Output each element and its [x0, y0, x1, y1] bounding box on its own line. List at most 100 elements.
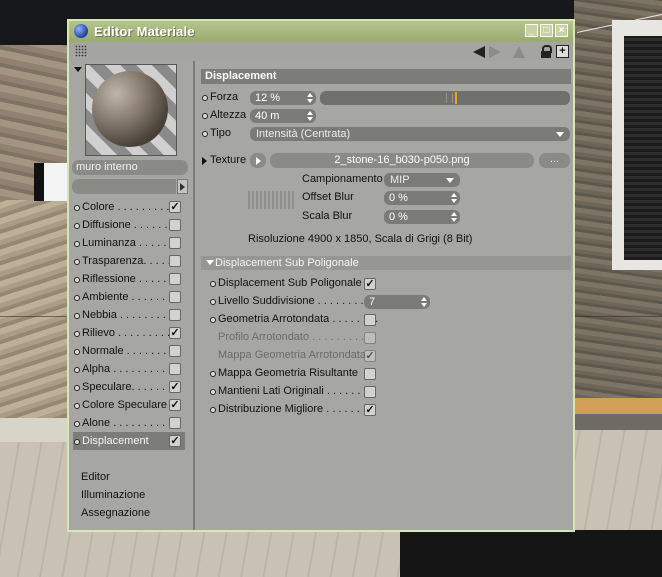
light-cube [34, 163, 68, 201]
channel-checkbox[interactable] [169, 417, 181, 429]
spinner-arrows-icon[interactable] [451, 193, 457, 203]
channel-item[interactable]: Speculare. . . . . . . . ✓ [73, 378, 185, 396]
tipo-anim-dot[interactable] [202, 131, 208, 137]
channel-item[interactable]: Riflessione . . . . . . [73, 270, 185, 288]
channel-checkbox[interactable]: ✓ [169, 381, 181, 393]
channel-item[interactable]: Nebbia . . . . . . . . . [73, 306, 185, 324]
channel-dot [74, 367, 80, 373]
channel-editor[interactable]: Editor [81, 468, 110, 486]
texture-label: Texture [210, 154, 247, 166]
forza-slider[interactable] [320, 91, 570, 105]
channel-dot [74, 205, 80, 211]
channel-item[interactable]: Luminanza . . . . . . [73, 234, 185, 252]
subpoly-option-checkbox[interactable]: ✓ [364, 278, 376, 290]
channel-label: Colore Speculare [82, 399, 167, 411]
channel-checkbox[interactable]: ✓ [169, 435, 181, 447]
channel-item[interactable]: Normale . . . . . . . . [73, 342, 185, 360]
subpoly-option-label: Displacement Sub Poligonale [218, 277, 362, 289]
material-name-field[interactable]: muro interno [72, 160, 188, 175]
texture-file-button[interactable]: 2_stone-16_b030-p050.png [270, 153, 534, 168]
subdivision-level-value: 7 [369, 296, 376, 308]
offset-blur-input[interactable]: 0 % [384, 191, 460, 205]
channel-item[interactable]: Colore . . . . . . . . . ✓ [73, 198, 185, 216]
forza-anim-dot[interactable] [202, 95, 208, 101]
lock-icon[interactable] [541, 45, 552, 58]
tipo-dropdown[interactable]: Intensità (Centrata) [250, 127, 570, 141]
channel-checkbox[interactable] [169, 291, 181, 303]
channel-illuminazione[interactable]: Illuminazione [81, 486, 145, 504]
channel-label: Nebbia . . . . . . . . . [82, 309, 172, 321]
spinner-arrows-icon[interactable] [307, 111, 313, 121]
subdivision-level-input[interactable]: 7 [364, 295, 430, 309]
channel-checkbox[interactable] [169, 237, 181, 249]
channel-dot [74, 439, 80, 445]
channel-panel: muro interno Colore . . . . . . . . . ✓ Di… [69, 61, 195, 530]
channel-dot [74, 421, 80, 427]
altezza-input[interactable]: 40 m [250, 109, 316, 123]
spinner-arrows-icon[interactable] [421, 297, 427, 307]
forza-input[interactable]: 12 % [250, 91, 316, 105]
option-anim-dot[interactable] [210, 299, 216, 305]
channel-label: Colore . . . . . . . . . [82, 201, 170, 213]
channel-checkbox[interactable] [169, 363, 181, 375]
preview-menu-icon[interactable] [74, 67, 82, 72]
toolbar: + [69, 42, 573, 61]
option-anim-dot[interactable] [210, 389, 216, 395]
channel-label: Alone . . . . . . . . . . [82, 417, 172, 429]
scala-blur-input[interactable]: 0 % [384, 210, 460, 224]
title-bar[interactable]: Editor Materiale _ □ × [69, 21, 573, 42]
subpoly-option-label: Distribuzione Migliore . . . . . . . . [218, 403, 373, 415]
texture-browse-button[interactable]: ... [539, 153, 570, 168]
channel-item[interactable]: Displacement ✓ [73, 432, 185, 450]
spinner-arrows-icon[interactable] [307, 93, 313, 103]
texture-thumbnail[interactable] [248, 191, 296, 209]
channel-assegnazione[interactable]: Assegnazione [81, 504, 150, 522]
option-anim-dot[interactable] [210, 371, 216, 377]
channel-item[interactable]: Rilievo . . . . . . . . . ✓ [73, 324, 185, 342]
material-sub-field[interactable] [72, 179, 176, 194]
channel-item[interactable]: Ambiente . . . . . . . [73, 288, 185, 306]
channel-item[interactable]: Trasparenza. . . . . . [73, 252, 185, 270]
channel-checkbox[interactable] [169, 273, 181, 285]
channel-checkbox[interactable] [169, 345, 181, 357]
subpoly-option-checkbox[interactable]: ✓ [364, 404, 376, 416]
channel-dot [74, 277, 80, 283]
channel-item[interactable]: Alpha . . . . . . . . . . [73, 360, 185, 378]
channel-checkbox[interactable] [169, 309, 181, 321]
subpoly-option-checkbox[interactable] [364, 368, 376, 380]
altezza-anim-dot[interactable] [202, 113, 208, 119]
channel-checkbox[interactable] [169, 255, 181, 267]
subpoly-section-header[interactable]: Displacement Sub Poligonale [201, 256, 571, 270]
maximize-button[interactable]: □ [540, 24, 553, 37]
new-window-icon[interactable]: + [556, 45, 569, 58]
close-button[interactable]: × [555, 24, 568, 37]
material-preview[interactable] [85, 64, 177, 156]
subpoly-option-checkbox[interactable] [364, 314, 376, 326]
campionamento-dropdown[interactable]: MIP [384, 173, 460, 187]
texture-expand-icon[interactable] [202, 157, 207, 165]
play-icon[interactable] [250, 153, 266, 168]
channel-item[interactable]: Diffusione . . . . . . . [73, 216, 185, 234]
channel-checkbox[interactable]: ✓ [169, 399, 181, 411]
channel-label: Trasparenza. . . . . . [82, 255, 177, 267]
forza-label: Forza [210, 91, 239, 103]
nav-forward-icon[interactable] [489, 46, 501, 58]
subpoly-option-checkbox[interactable] [364, 386, 376, 398]
option-anim-dot[interactable] [210, 317, 216, 323]
channel-checkbox[interactable]: ✓ [169, 327, 181, 339]
channel-label: Displacement [82, 435, 149, 447]
spinner-arrows-icon[interactable] [451, 212, 457, 222]
forza-slider-knob[interactable] [455, 92, 457, 104]
nav-back-icon[interactable] [473, 46, 485, 58]
channel-item[interactable]: Alone . . . . . . . . . . [73, 414, 185, 432]
channel-item[interactable]: Colore Speculare ✓ [73, 396, 185, 414]
option-anim-dot[interactable] [210, 407, 216, 413]
minimize-button[interactable]: _ [525, 24, 538, 37]
channel-checkbox[interactable]: ✓ [169, 201, 181, 213]
caret-down-icon [556, 132, 564, 137]
grip-icon[interactable] [75, 45, 87, 57]
material-sub-field-button[interactable] [177, 179, 188, 194]
option-anim-dot[interactable] [210, 281, 216, 287]
nav-up-icon[interactable] [513, 46, 525, 58]
channel-checkbox[interactable] [169, 219, 181, 231]
